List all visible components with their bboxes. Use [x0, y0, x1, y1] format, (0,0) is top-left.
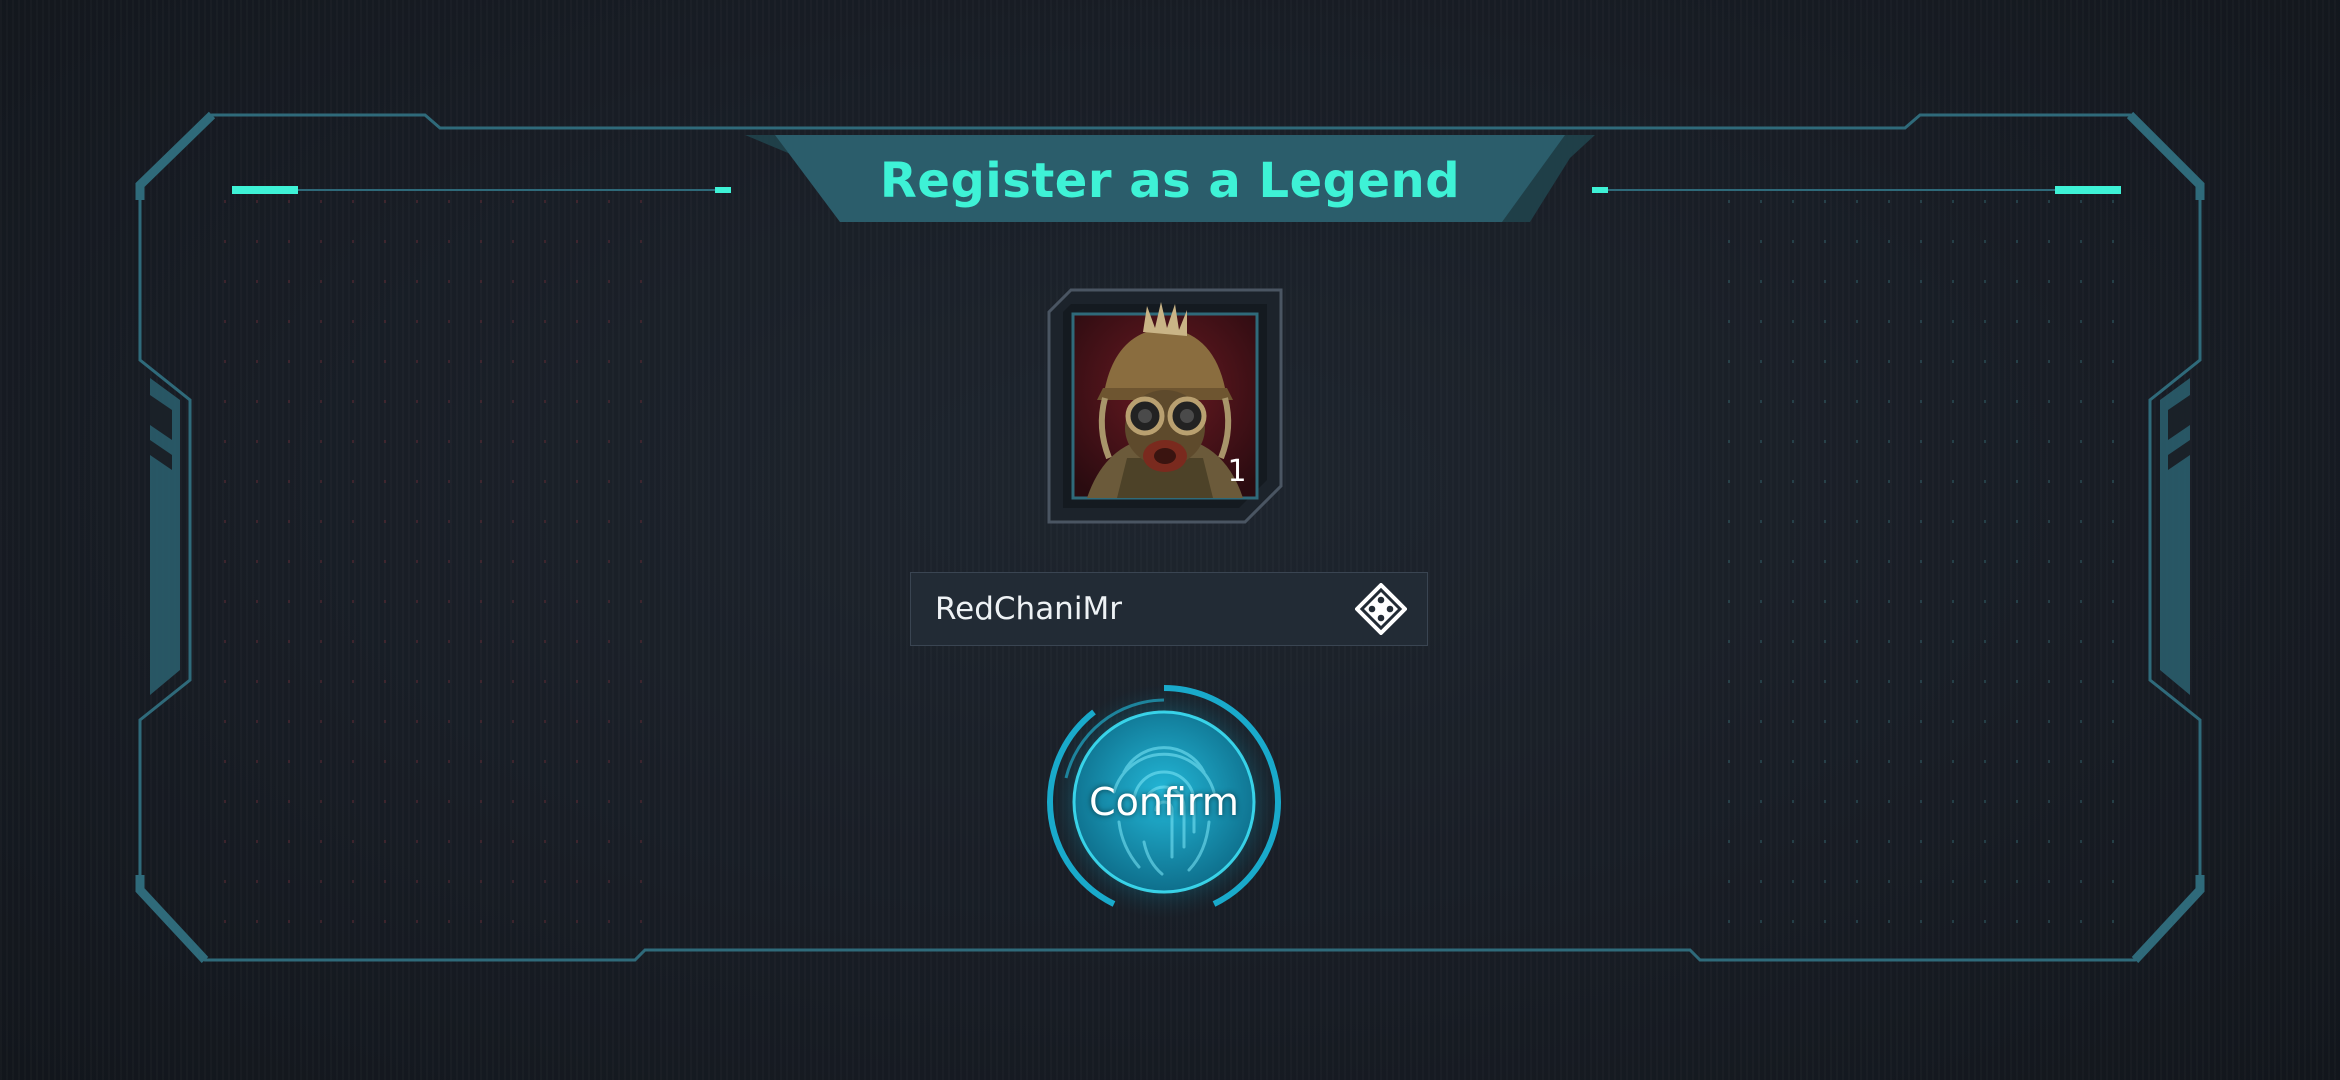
- randomize-name-button[interactable]: [1355, 583, 1407, 635]
- dice-icon: [1355, 583, 1407, 635]
- avatar-level-badge: 1: [1227, 454, 1247, 489]
- confirm-button[interactable]: Confirm: [1044, 682, 1284, 922]
- dialog-title: Register as a Legend: [879, 153, 1461, 209]
- confirm-label[interactable]: Confirm: [1044, 682, 1284, 922]
- legend-avatar[interactable]: 1: [1047, 288, 1283, 524]
- legend-name-field[interactable]: RedChaniMr: [910, 572, 1428, 646]
- legend-name-value[interactable]: RedChaniMr: [935, 573, 1122, 645]
- register-screen: Register as a Legend 1 RedChaniMr Confir…: [0, 0, 2340, 1080]
